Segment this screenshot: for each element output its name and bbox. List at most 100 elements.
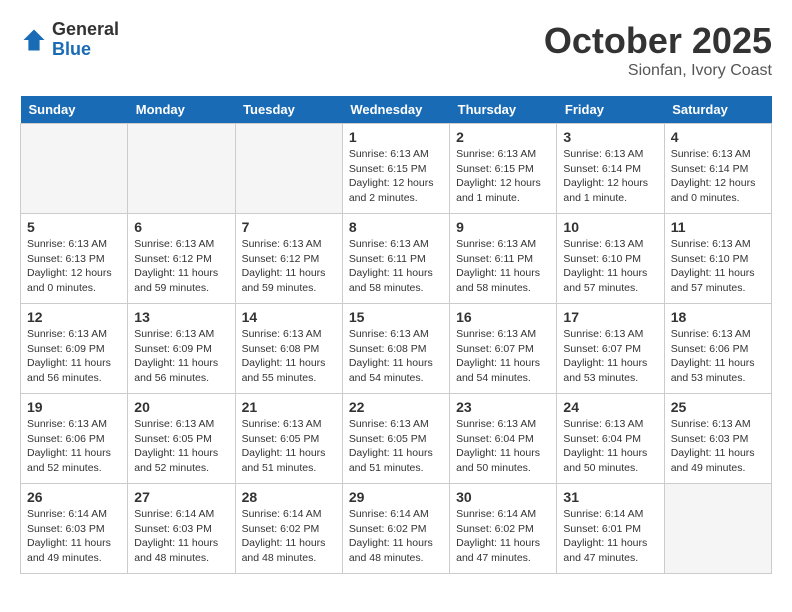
calendar-table: SundayMondayTuesdayWednesdayThursdayFrid… (20, 96, 772, 574)
day-info: Sunrise: 6:13 AM Sunset: 6:12 PM Dayligh… (134, 237, 228, 296)
logo: General Blue (20, 20, 119, 60)
day-number: 20 (134, 399, 228, 415)
calendar-cell: 26 Sunrise: 6:14 AM Sunset: 6:03 PM Dayli… (21, 484, 128, 574)
day-info: Sunrise: 6:13 AM Sunset: 6:04 PM Dayligh… (563, 417, 657, 476)
calendar-cell: 7 Sunrise: 6:13 AM Sunset: 6:12 PM Daylig… (235, 214, 342, 304)
calendar-cell: 22Sunrise: 6:13 AM Sunset: 6:05 PM Dayli… (342, 394, 449, 484)
day-info: Sunrise: 6:13 AM Sunset: 6:05 PM Dayligh… (242, 417, 336, 476)
calendar-cell: 1 Sunrise: 6:13 AM Sunset: 6:15 PM Daylig… (342, 124, 449, 214)
calendar-cell (235, 124, 342, 214)
logo-text: General Blue (52, 20, 119, 60)
weekday-header-saturday: Saturday (664, 96, 771, 124)
day-info: Sunrise: 6:13 AM Sunset: 6:14 PM Dayligh… (671, 147, 765, 206)
day-number: 6 (134, 219, 228, 235)
logo-blue: Blue (52, 40, 119, 60)
weekday-header-sunday: Sunday (21, 96, 128, 124)
day-info: Sunrise: 6:13 AM Sunset: 6:03 PM Dayligh… (671, 417, 765, 476)
calendar-week-1: 1 Sunrise: 6:13 AM Sunset: 6:15 PM Daylig… (21, 124, 772, 214)
calendar-week-2: 5 Sunrise: 6:13 AM Sunset: 6:13 PM Daylig… (21, 214, 772, 304)
calendar-cell: 14Sunrise: 6:13 AM Sunset: 6:08 PM Dayli… (235, 304, 342, 394)
weekday-header-tuesday: Tuesday (235, 96, 342, 124)
day-number: 13 (134, 309, 228, 325)
calendar-cell: 2 Sunrise: 6:13 AM Sunset: 6:15 PM Daylig… (450, 124, 557, 214)
calendar-cell (128, 124, 235, 214)
day-info: Sunrise: 6:13 AM Sunset: 6:07 PM Dayligh… (456, 327, 550, 386)
calendar-cell: 31 Sunrise: 6:14 AM Sunset: 6:01 PM Dayli… (557, 484, 664, 574)
day-number: 2 (456, 129, 550, 145)
day-info: Sunrise: 6:13 AM Sunset: 6:10 PM Dayligh… (671, 237, 765, 296)
day-number: 16 (456, 309, 550, 325)
day-number: 18 (671, 309, 765, 325)
day-number: 30 (456, 489, 550, 505)
day-number: 27 (134, 489, 228, 505)
day-info: Sunrise: 6:13 AM Sunset: 6:07 PM Dayligh… (563, 327, 657, 386)
calendar-cell: 20Sunrise: 6:13 AM Sunset: 6:05 PM Dayli… (128, 394, 235, 484)
day-number: 22 (349, 399, 443, 415)
day-number: 1 (349, 129, 443, 145)
weekday-header-wednesday: Wednesday (342, 96, 449, 124)
calendar-cell: 18 Sunrise: 6:13 AM Sunset: 6:06 PM Dayli… (664, 304, 771, 394)
day-info: Sunrise: 6:13 AM Sunset: 6:12 PM Dayligh… (242, 237, 336, 296)
day-number: 31 (563, 489, 657, 505)
day-info: Sunrise: 6:14 AM Sunset: 6:02 PM Dayligh… (456, 507, 550, 566)
calendar-week-5: 26 Sunrise: 6:14 AM Sunset: 6:03 PM Dayli… (21, 484, 772, 574)
calendar-cell: 11 Sunrise: 6:13 AM Sunset: 6:10 PM Dayli… (664, 214, 771, 304)
day-info: Sunrise: 6:13 AM Sunset: 6:10 PM Dayligh… (563, 237, 657, 296)
calendar-cell: 10 Sunrise: 6:13 AM Sunset: 6:10 PM Dayli… (557, 214, 664, 304)
logo-general: General (52, 20, 119, 40)
day-info: Sunrise: 6:13 AM Sunset: 6:15 PM Dayligh… (456, 147, 550, 206)
calendar-cell: 15 Sunrise: 6:13 AM Sunset: 6:08 PM Dayli… (342, 304, 449, 394)
day-number: 11 (671, 219, 765, 235)
calendar-cell: 9 Sunrise: 6:13 AM Sunset: 6:11 PM Daylig… (450, 214, 557, 304)
day-number: 26 (27, 489, 121, 505)
calendar-cell (664, 484, 771, 574)
calendar-cell: 30 Sunrise: 6:14 AM Sunset: 6:02 PM Dayli… (450, 484, 557, 574)
day-number: 7 (242, 219, 336, 235)
day-info: Sunrise: 6:14 AM Sunset: 6:01 PM Dayligh… (563, 507, 657, 566)
month-title: October 2025 (544, 20, 772, 62)
calendar-cell: 27 Sunrise: 6:14 AM Sunset: 6:03 PM Dayli… (128, 484, 235, 574)
calendar-cell: 28Sunrise: 6:14 AM Sunset: 6:02 PM Dayli… (235, 484, 342, 574)
calendar-cell: 21 Sunrise: 6:13 AM Sunset: 6:05 PM Dayli… (235, 394, 342, 484)
day-number: 12 (27, 309, 121, 325)
calendar-cell: 8 Sunrise: 6:13 AM Sunset: 6:11 PM Daylig… (342, 214, 449, 304)
calendar-cell: 5 Sunrise: 6:13 AM Sunset: 6:13 PM Daylig… (21, 214, 128, 304)
day-info: Sunrise: 6:13 AM Sunset: 6:04 PM Dayligh… (456, 417, 550, 476)
day-number: 9 (456, 219, 550, 235)
day-info: Sunrise: 6:14 AM Sunset: 6:03 PM Dayligh… (27, 507, 121, 566)
day-number: 17 (563, 309, 657, 325)
calendar-cell: 29Sunrise: 6:14 AM Sunset: 6:02 PM Dayli… (342, 484, 449, 574)
calendar-cell: 19Sunrise: 6:13 AM Sunset: 6:06 PM Dayli… (21, 394, 128, 484)
day-number: 5 (27, 219, 121, 235)
day-number: 8 (349, 219, 443, 235)
day-info: Sunrise: 6:13 AM Sunset: 6:06 PM Dayligh… (671, 327, 765, 386)
day-number: 21 (242, 399, 336, 415)
calendar-cell: 12Sunrise: 6:13 AM Sunset: 6:09 PM Dayli… (21, 304, 128, 394)
day-number: 25 (671, 399, 765, 415)
day-number: 15 (349, 309, 443, 325)
day-number: 24 (563, 399, 657, 415)
day-info: Sunrise: 6:13 AM Sunset: 6:15 PM Dayligh… (349, 147, 443, 206)
calendar-cell: 6 Sunrise: 6:13 AM Sunset: 6:12 PM Daylig… (128, 214, 235, 304)
day-info: Sunrise: 6:13 AM Sunset: 6:09 PM Dayligh… (134, 327, 228, 386)
calendar-cell: 23 Sunrise: 6:13 AM Sunset: 6:04 PM Dayli… (450, 394, 557, 484)
day-info: Sunrise: 6:13 AM Sunset: 6:11 PM Dayligh… (349, 237, 443, 296)
day-number: 29 (349, 489, 443, 505)
day-number: 28 (242, 489, 336, 505)
calendar-cell: 17 Sunrise: 6:13 AM Sunset: 6:07 PM Dayli… (557, 304, 664, 394)
title-area: October 2025 Sionfan, Ivory Coast (544, 20, 772, 80)
day-info: Sunrise: 6:13 AM Sunset: 6:13 PM Dayligh… (27, 237, 121, 296)
calendar-cell: 13 Sunrise: 6:13 AM Sunset: 6:09 PM Dayli… (128, 304, 235, 394)
day-number: 4 (671, 129, 765, 145)
day-info: Sunrise: 6:13 AM Sunset: 6:08 PM Dayligh… (349, 327, 443, 386)
day-number: 23 (456, 399, 550, 415)
location: Sionfan, Ivory Coast (544, 62, 772, 80)
day-info: Sunrise: 6:13 AM Sunset: 6:06 PM Dayligh… (27, 417, 121, 476)
day-info: Sunrise: 6:14 AM Sunset: 6:03 PM Dayligh… (134, 507, 228, 566)
day-info: Sunrise: 6:13 AM Sunset: 6:11 PM Dayligh… (456, 237, 550, 296)
day-number: 10 (563, 219, 657, 235)
calendar-cell: 4 Sunrise: 6:13 AM Sunset: 6:14 PM Daylig… (664, 124, 771, 214)
day-info: Sunrise: 6:13 AM Sunset: 6:14 PM Dayligh… (563, 147, 657, 206)
weekday-header-monday: Monday (128, 96, 235, 124)
calendar-cell: 25 Sunrise: 6:13 AM Sunset: 6:03 PM Dayli… (664, 394, 771, 484)
